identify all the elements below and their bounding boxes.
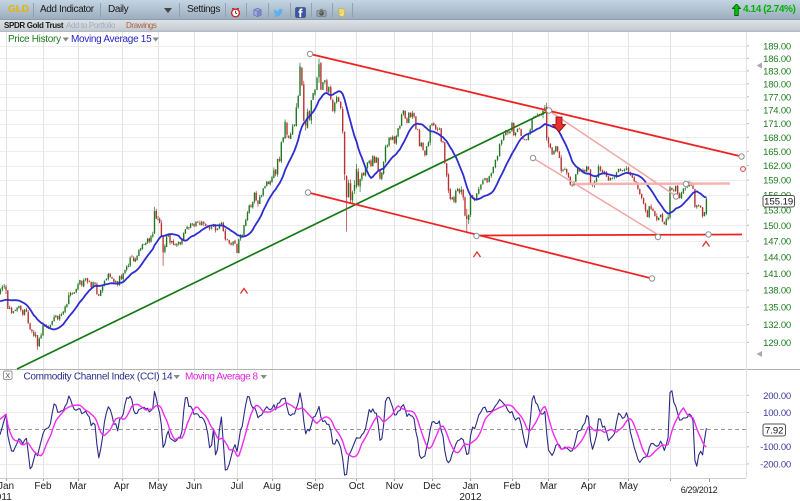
svg-text:183.00: 183.00 [763,66,791,77]
svg-text:Oct: Oct [349,481,365,492]
svg-text:177.00: 177.00 [763,92,791,103]
svg-text:147.00: 147.00 [763,237,791,248]
svg-text:Price History: Price History [8,34,61,45]
svg-text:Commodity Channel Index (CCI): Commodity Channel Index (CCI) 14 [24,372,174,383]
svg-text:174.00: 174.00 [763,106,791,117]
svg-text:2011: 2011 [0,492,12,501]
svg-text:May: May [619,481,638,492]
svg-text:-200.00: -200.00 [760,459,791,470]
svg-text:May: May [149,481,168,492]
svg-text:150.00: 150.00 [763,221,791,232]
svg-text:180.00: 180.00 [763,79,791,90]
svg-text:Feb: Feb [34,481,52,492]
svg-text:7.92: 7.92 [765,426,784,437]
svg-text:Mar: Mar [540,481,558,492]
svg-text:159.00: 159.00 [763,176,791,187]
svg-text:155.19: 155.19 [764,197,793,208]
svg-text:2012: 2012 [459,492,482,501]
svg-text:Feb: Feb [503,481,521,492]
svg-text:132.00: 132.00 [763,320,791,331]
svg-text:Moving Average 8: Moving Average 8 [185,372,259,383]
svg-text:Apr: Apr [114,481,130,492]
svg-text:Jan: Jan [462,481,478,492]
svg-text:144.00: 144.00 [763,253,791,264]
svg-text:138.00: 138.00 [763,286,791,297]
svg-text:135.00: 135.00 [763,303,791,314]
svg-text:171.00: 171.00 [763,119,791,130]
svg-text:129.00: 129.00 [763,338,791,349]
svg-text:Nov: Nov [386,481,404,492]
svg-text:6/29/2012: 6/29/2012 [681,485,718,495]
svg-text:189.00: 189.00 [763,41,791,52]
svg-text:X: X [5,373,10,380]
svg-text:Sep: Sep [306,481,324,492]
svg-text:165.00: 165.00 [763,147,791,158]
svg-text:Mar: Mar [69,481,87,492]
svg-text:100.00: 100.00 [763,408,791,419]
svg-text:-100.00: -100.00 [760,442,791,453]
svg-text:200.00: 200.00 [763,391,791,402]
svg-text:162.00: 162.00 [763,161,791,172]
svg-text:Dec: Dec [423,481,441,492]
svg-text:Jan: Jan [0,481,14,492]
svg-text:141.00: 141.00 [763,269,791,280]
svg-text:Apr: Apr [581,481,597,492]
svg-text:Aug: Aug [263,481,281,492]
svg-text:186.00: 186.00 [763,54,791,65]
svg-text:Jun: Jun [186,481,202,492]
svg-text:Moving Average 15: Moving Average 15 [71,34,152,45]
svg-text:Jul: Jul [231,481,244,492]
svg-text:168.00: 168.00 [763,133,791,144]
